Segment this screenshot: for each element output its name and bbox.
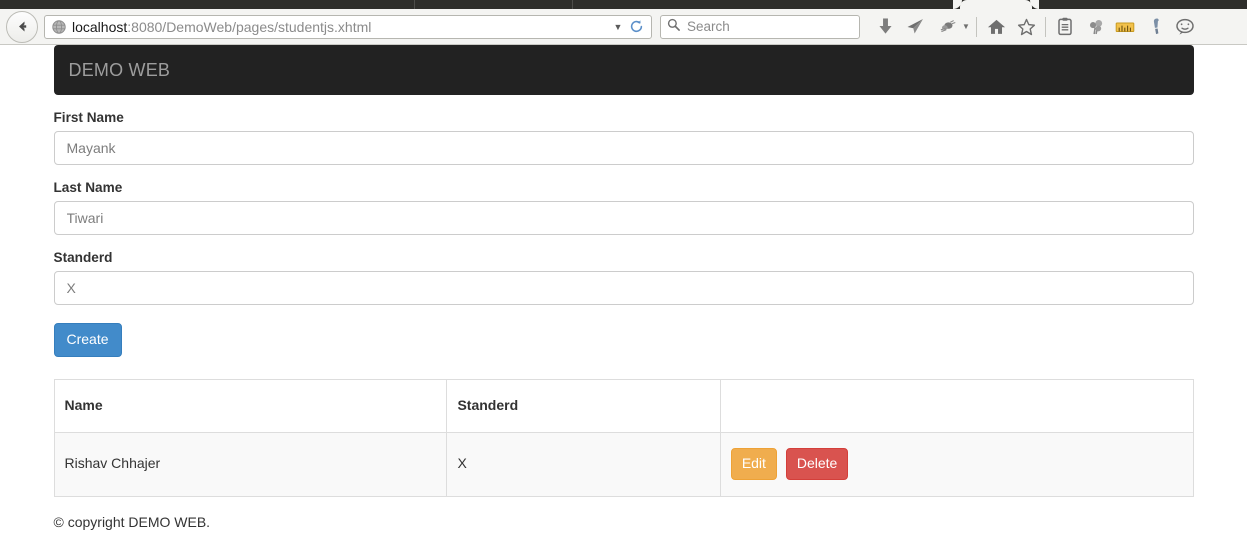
column-header-standerd: Standerd bbox=[446, 378, 721, 433]
cell-name: Rishav Chhajer bbox=[53, 431, 448, 497]
column-header-actions bbox=[719, 378, 1194, 433]
palette-icon[interactable] bbox=[1080, 13, 1110, 41]
browser-chrome: localhost:8080/DemoWeb/pages/studentjs.x… bbox=[0, 0, 1247, 45]
cell-actions: Edit Delete bbox=[719, 431, 1194, 497]
last-name-input[interactable] bbox=[53, 201, 1194, 235]
globe-favicon-icon bbox=[52, 19, 66, 34]
last-name-label: Last Name bbox=[53, 180, 123, 195]
standerd-label: Standerd bbox=[53, 250, 113, 265]
first-name-label: First Name bbox=[53, 110, 124, 125]
standerd-group: Standerd bbox=[53, 250, 1194, 305]
form-actions: Create bbox=[53, 323, 1194, 357]
app-brand[interactable]: DEMO WEB bbox=[69, 60, 171, 80]
first-name-input[interactable] bbox=[53, 131, 1194, 165]
reload-icon[interactable] bbox=[625, 19, 647, 34]
cell-standerd: X bbox=[446, 431, 721, 497]
search-placeholder: Search bbox=[687, 18, 730, 34]
table-header-row: Name Standerd bbox=[53, 378, 1194, 433]
last-name-group: Last Name bbox=[53, 180, 1194, 235]
page-container: DEMO WEB First Name Last Name Standerd C… bbox=[53, 45, 1194, 532]
reading-list-icon[interactable] bbox=[1050, 13, 1080, 41]
url-host: localhost bbox=[72, 18, 128, 35]
browser-toolbar-icons: ▼ bbox=[870, 13, 1241, 41]
toolbar-divider bbox=[976, 16, 977, 37]
chevron-down-icon[interactable]: ▼ bbox=[611, 22, 625, 32]
tab-separator bbox=[572, 0, 573, 9]
toolbar-divider bbox=[1045, 16, 1046, 37]
table-body: Rishav Chhajer X Edit Delete bbox=[53, 431, 1194, 497]
first-name-group: First Name bbox=[53, 110, 1194, 165]
url-path: :8080/DemoWeb/pages/studentjs.xhtml bbox=[127, 18, 372, 35]
delete-button[interactable]: Delete bbox=[785, 448, 849, 481]
table-row: Rishav Chhajer X Edit Delete bbox=[53, 431, 1194, 497]
page-footer: © copyright DEMO WEB. bbox=[53, 513, 211, 530]
download-icon[interactable] bbox=[870, 13, 900, 41]
address-bar-url: localhost:8080/DemoWeb/pages/studentjs.x… bbox=[72, 17, 611, 37]
create-button[interactable]: Create bbox=[53, 323, 122, 357]
browser-toolbar: localhost:8080/DemoWeb/pages/studentjs.x… bbox=[0, 9, 1247, 45]
edit-button[interactable]: Edit bbox=[730, 448, 777, 481]
search-icon bbox=[667, 18, 680, 36]
bookmark-star-icon[interactable] bbox=[1011, 13, 1041, 41]
standerd-input[interactable] bbox=[53, 271, 1194, 305]
students-table: Name Standerd Rishav Chhajer X Edit Dele… bbox=[53, 378, 1194, 497]
ruler-icon[interactable] bbox=[1110, 13, 1140, 41]
send-icon[interactable] bbox=[900, 13, 930, 41]
wrench-icon[interactable] bbox=[1140, 13, 1170, 41]
chat-icon[interactable] bbox=[1170, 13, 1200, 41]
home-icon[interactable] bbox=[981, 13, 1011, 41]
students-table-wrapper: Name Standerd Rishav Chhajer X Edit Dele… bbox=[53, 378, 1194, 497]
search-box[interactable]: Search bbox=[660, 14, 860, 39]
tab-separator bbox=[414, 0, 415, 9]
table-head: Name Standerd bbox=[53, 378, 1194, 433]
app-navbar: DEMO WEB bbox=[53, 45, 1194, 95]
active-browser-tab[interactable] bbox=[953, 0, 1039, 9]
chevron-down-icon[interactable]: ▼ bbox=[960, 13, 972, 41]
column-header-name: Name bbox=[53, 378, 448, 433]
pocket-icon[interactable] bbox=[930, 13, 964, 41]
browser-tab-strip[interactable] bbox=[0, 0, 1247, 9]
address-bar[interactable]: localhost:8080/DemoWeb/pages/studentjs.x… bbox=[44, 14, 652, 39]
back-button[interactable] bbox=[6, 10, 38, 43]
page-viewport: DEMO WEB First Name Last Name Standerd C… bbox=[0, 45, 1247, 539]
